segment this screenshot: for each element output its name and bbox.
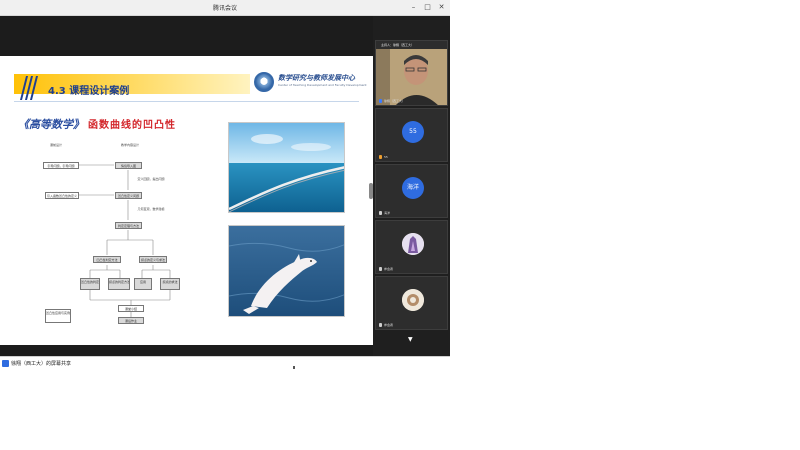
participant-name-label: 参会者 [379, 323, 393, 327]
participant-name: 参会者 [384, 267, 394, 271]
flow-box-right-2: 凹凸性定义问题 [115, 192, 142, 199]
maximize-icon[interactable]: □ [423, 2, 432, 12]
col-left-header: 课前设计 [49, 143, 62, 147]
participant-tile[interactable]: 参会者 [375, 220, 448, 274]
bridge-photo [228, 122, 345, 213]
mic-icon [379, 211, 382, 215]
avatar: 海洋 [402, 177, 424, 199]
participant-panel: 主持人：徐翔（西工大） 徐翔（西工大） 55 55 海洋 海洋 参会者 参会者 … [373, 16, 450, 356]
mic-icon [379, 99, 382, 103]
flow-box-side-note: 凹凸性应用与实例 [45, 309, 71, 323]
participant-video-tile[interactable]: 主持人：徐翔（西工大） 徐翔（西工大） [375, 40, 448, 106]
cursor-mark [293, 366, 295, 369]
participant-tile[interactable]: 55 55 [375, 108, 448, 162]
participant-name-label: 55 [379, 155, 388, 159]
avatar [402, 233, 424, 255]
share-status-bar: 徐翔（西工大）的屏幕共享 [0, 356, 450, 370]
flow-box-mid-right: 拐点的定义与求法 [139, 256, 167, 263]
participant-tile[interactable]: 海洋 海洋 [375, 164, 448, 218]
flow-box-bottom-3: 应用 [134, 278, 152, 290]
meeting-window: 腾讯会议 – □ ✕ 4.3 课程设计案例 数学研究与教师发展中心 Center… [0, 0, 450, 370]
screen-share-area: 4.3 课程设计案例 数学研究与教师发展中心 Center of Teachin… [0, 16, 373, 356]
col-right-header: 教学内容设计 [120, 143, 139, 147]
avatar [402, 289, 424, 311]
participant-name-label: 海洋 [379, 211, 390, 215]
video-caption: 主持人：徐翔（西工大） [381, 43, 415, 47]
chevron-down-icon[interactable]: ▼ [408, 336, 413, 343]
participant-name-label: 参会者 [379, 267, 393, 271]
mic-icon [379, 267, 382, 271]
participant-video [376, 49, 447, 105]
flow-note-2: 几何直观，数学建模 [137, 207, 165, 211]
flow-box-homework: 课后作业 [118, 317, 144, 324]
flow-box-bottom-2: 拐点的判定方法 [108, 278, 130, 290]
window-controls: – □ ✕ [409, 2, 446, 12]
close-icon[interactable]: ✕ [437, 2, 446, 12]
flow-note-1: 定义回顾，提出问题 [137, 177, 165, 181]
flow-box-summary: 课堂小结 [118, 305, 144, 312]
flow-box-left-2: 引入函数凹凸性的定义 [45, 192, 79, 199]
share-status-text: 徐翔（西工大）的屏幕共享 [11, 361, 72, 367]
participant-name: 徐翔（西工大） [384, 99, 406, 103]
participant-name-label: 徐翔（西工大） [379, 99, 405, 103]
flow-box-left-1: 引导问题，引导问题 [43, 162, 79, 169]
flow-box-right-1: 情境导入图 [115, 162, 142, 169]
flow-box-bottom-1: 凹凸性的判定方法 [80, 278, 100, 290]
participant-name: 海洋 [384, 211, 391, 215]
mic-icon [379, 323, 382, 327]
participant-name: 参会者 [384, 323, 394, 327]
shared-slide: 4.3 课程设计案例 数学研究与教师发展中心 Center of Teachin… [0, 56, 373, 345]
window-title: 腾讯会议 [212, 5, 237, 12]
minimize-icon[interactable]: – [409, 2, 418, 12]
mic-icon [379, 155, 382, 159]
flow-box-center: 判定定理与方法 [115, 222, 142, 229]
dolphin-photo [228, 225, 345, 317]
avatar: 55 [402, 121, 424, 143]
flow-box-mid-left: 凹凸性判定方法 [93, 256, 121, 263]
screen-share-icon [2, 360, 9, 367]
participant-name: 55 [384, 155, 388, 159]
title-bar: 腾讯会议 – □ ✕ [0, 0, 450, 16]
flow-box-bottom-4: 拐点的求法 [160, 278, 180, 290]
participant-tile[interactable]: 参会者 [375, 276, 448, 330]
